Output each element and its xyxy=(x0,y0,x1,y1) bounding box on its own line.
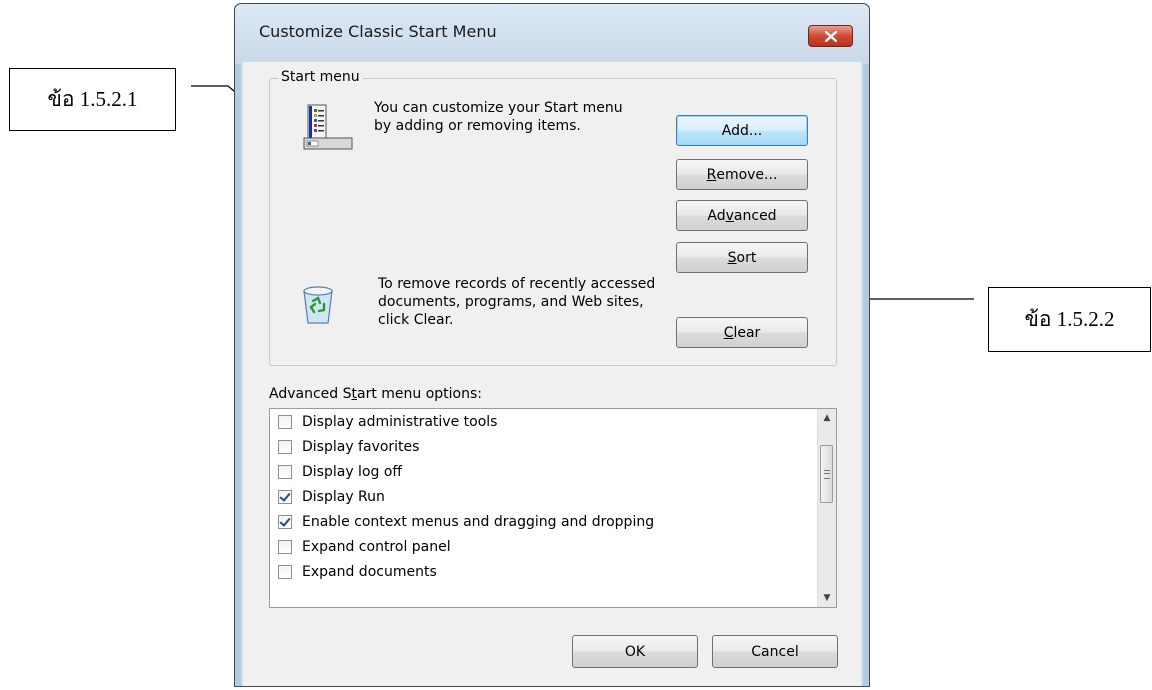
customize-classic-start-menu-dialog: Customize Classic Start Menu Start menu xyxy=(234,3,870,687)
option-display-favorites[interactable]: Display favorites xyxy=(278,436,419,458)
grip-icon xyxy=(823,469,830,479)
callout-label-1: ข้อ 1.5.2.1 xyxy=(9,68,176,131)
checkbox-checked[interactable] xyxy=(278,515,292,529)
ok-button-label: OK xyxy=(624,643,646,660)
advanced-options-label: Advanced Start menu options: xyxy=(269,386,482,402)
recycle-bin-icon xyxy=(303,286,333,324)
remove-button[interactable]: Remove... xyxy=(676,159,808,190)
close-button[interactable] xyxy=(808,25,853,47)
option-expand-control-panel[interactable]: Expand control panel xyxy=(278,536,451,558)
option-expand-documents[interactable]: Expand documents xyxy=(278,561,437,583)
checkbox[interactable] xyxy=(278,440,292,454)
option-display-administrative-tools[interactable]: Display administrative tools xyxy=(278,411,497,433)
start-menu-groupbox: Start menu You can customize your Start … xyxy=(269,69,837,366)
cancel-button-label: Cancel xyxy=(751,643,799,660)
window-title: Customize Classic Start Menu xyxy=(259,22,497,41)
close-icon xyxy=(824,30,837,42)
scroll-down-arrow-icon[interactable]: ▼ xyxy=(818,589,836,607)
cancel-button[interactable]: Cancel xyxy=(712,635,838,668)
add-button-label: Add... xyxy=(721,122,763,139)
remove-button-label: emove... xyxy=(716,166,778,183)
option-label: Expand documents xyxy=(302,564,437,580)
clear-mnemonic: C xyxy=(723,324,734,341)
start-menu-group-label: Start menu xyxy=(278,69,363,85)
sort-mnemonic: S xyxy=(727,249,737,266)
add-button[interactable]: Add... xyxy=(676,115,808,146)
dialog-client-area: Start menu You can customize your Start … xyxy=(243,62,861,686)
sort-button-label: ort xyxy=(736,249,757,266)
advanced-options-list[interactable]: Display administrative tools Display fav… xyxy=(269,408,837,608)
option-enable-context-menus[interactable]: Enable context menus and dragging and dr… xyxy=(278,511,654,533)
checkbox[interactable] xyxy=(278,565,292,579)
callout-label-2: ข้อ 1.5.2.2 xyxy=(988,287,1151,352)
checkbox[interactable] xyxy=(278,415,292,429)
advanced-options-label-rest: art menu options: xyxy=(357,386,483,402)
advanced-button[interactable]: Ad v anced xyxy=(676,200,808,231)
window-frame-left xyxy=(235,64,241,686)
option-display-run[interactable]: Display Run xyxy=(278,486,385,508)
start-menu-icon xyxy=(303,104,353,150)
clear-button[interactable]: Clear xyxy=(676,317,808,348)
advanced-label-pre: Ad xyxy=(707,207,726,224)
option-label: Display log off xyxy=(302,464,403,480)
window-frame-right xyxy=(863,64,869,686)
advanced-mnemonic: v xyxy=(725,207,734,224)
option-label: Display Run xyxy=(302,489,385,505)
advanced-options-label-pre: Advanced S xyxy=(269,386,352,402)
list-scrollbar[interactable]: ▲ ▼ xyxy=(817,409,836,607)
checkbox-checked[interactable] xyxy=(278,490,292,504)
clear-description: To remove records of recently accessed d… xyxy=(378,276,656,328)
customize-description: You can customize your Start menu by add… xyxy=(374,100,623,134)
ok-button[interactable]: OK xyxy=(572,635,698,668)
clear-button-label: lear xyxy=(733,324,761,341)
advanced-label-rest: anced xyxy=(733,207,777,224)
option-label: Display favorites xyxy=(302,439,420,455)
option-display-log-off[interactable]: Display log off xyxy=(278,461,402,483)
checkbox[interactable] xyxy=(278,465,292,479)
scroll-up-arrow-icon[interactable]: ▲ xyxy=(818,409,836,427)
option-label: Display administrative tools xyxy=(302,414,498,430)
sort-button[interactable]: Sort xyxy=(676,242,808,273)
scroll-thumb[interactable] xyxy=(820,445,833,503)
option-label: Enable context menus and dragging and dr… xyxy=(302,514,655,530)
title-bar: Customize Classic Start Menu xyxy=(235,4,869,64)
option-label: Expand control panel xyxy=(302,539,451,555)
remove-mnemonic: R xyxy=(706,166,717,183)
checkbox[interactable] xyxy=(278,540,292,554)
